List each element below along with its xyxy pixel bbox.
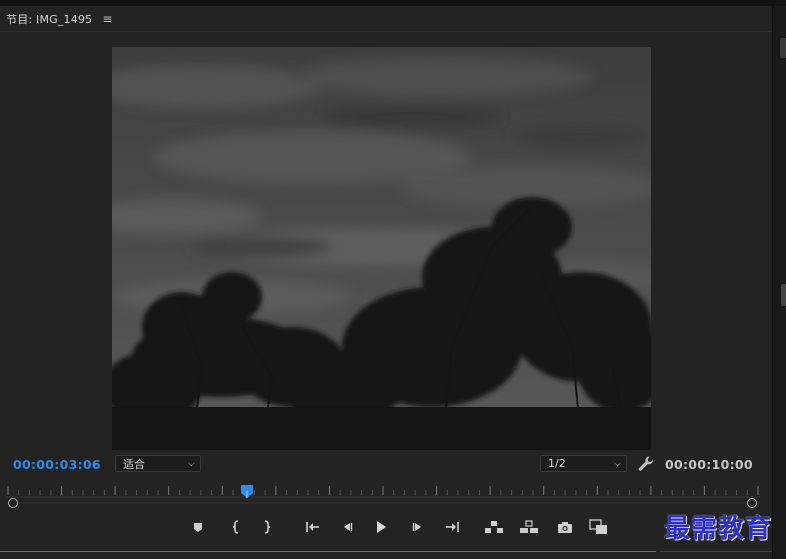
- mark-out-icon: [264, 520, 271, 534]
- hamburger-menu-icon[interactable]: ≡: [102, 12, 112, 26]
- zoom-scroll-handle-right[interactable]: [747, 498, 757, 508]
- extract-icon: [520, 520, 538, 533]
- go-to-out-button[interactable]: [441, 515, 463, 539]
- lift-icon: [485, 521, 503, 533]
- export-frame-button[interactable]: [554, 515, 576, 539]
- timeline-panel-tab-edge[interactable]: [0, 551, 656, 559]
- watermark-logo: 最需教育: [664, 514, 773, 544]
- adjacent-panel-tab-edge[interactable]: [660, 551, 772, 559]
- time-ruler[interactable]: [6, 480, 760, 498]
- playhead-handle[interactable]: [241, 484, 254, 498]
- step-forward-button[interactable]: [407, 515, 429, 539]
- play-icon: [377, 521, 386, 533]
- step-back-button[interactable]: [336, 515, 358, 539]
- camera-icon: [558, 522, 572, 533]
- go-to-out-icon: [446, 522, 459, 532]
- comparison-icon: [589, 519, 607, 534]
- adjacent-panel-edge: [772, 6, 786, 559]
- add-marker-button[interactable]: [187, 515, 209, 539]
- marker-icon: [194, 523, 202, 532]
- transport-controls: [0, 515, 772, 539]
- mark-in-button[interactable]: [225, 515, 247, 539]
- zoom-level-value: 适合: [123, 457, 145, 471]
- chevron-down-icon: ⌵: [188, 459, 195, 469]
- go-to-in-icon: [306, 522, 319, 532]
- settings-wrench-icon[interactable]: [637, 455, 655, 472]
- time-ruler-track: [6, 496, 760, 498]
- zoom-scroll-bar[interactable]: [12, 502, 752, 504]
- comparison-view-button[interactable]: [588, 515, 610, 539]
- zoom-scroll-handle-left[interactable]: [8, 498, 18, 508]
- step-forward-icon: [412, 523, 421, 531]
- playback-resolution-select[interactable]: 1/2 ⌵: [540, 455, 627, 472]
- extract-button[interactable]: [518, 515, 540, 539]
- current-timecode[interactable]: 00:00:03:06: [13, 457, 101, 472]
- lift-button[interactable]: [483, 515, 505, 539]
- video-preview: [112, 47, 651, 450]
- playback-resolution-value: 1/2: [548, 457, 566, 470]
- video-frame-image: [112, 47, 651, 450]
- panel-title[interactable]: 节目: IMG_1495: [6, 11, 92, 27]
- play-button[interactable]: [370, 515, 392, 539]
- duration-timecode: 00:00:10:00: [665, 457, 753, 472]
- panel-header: 节目: IMG_1495 ≡: [6, 8, 112, 30]
- step-back-icon: [344, 523, 353, 531]
- chevron-down-icon: ⌵: [614, 459, 621, 469]
- zoom-level-select[interactable]: 适合 ⌵: [115, 455, 201, 472]
- panel-edge-tab[interactable]: [780, 38, 786, 58]
- go-to-in-button[interactable]: [302, 515, 324, 539]
- header-divider: [0, 31, 772, 32]
- mark-out-button[interactable]: [256, 515, 278, 539]
- panel-edge-scroll-handle[interactable]: [781, 284, 786, 306]
- mark-in-icon: [232, 520, 239, 534]
